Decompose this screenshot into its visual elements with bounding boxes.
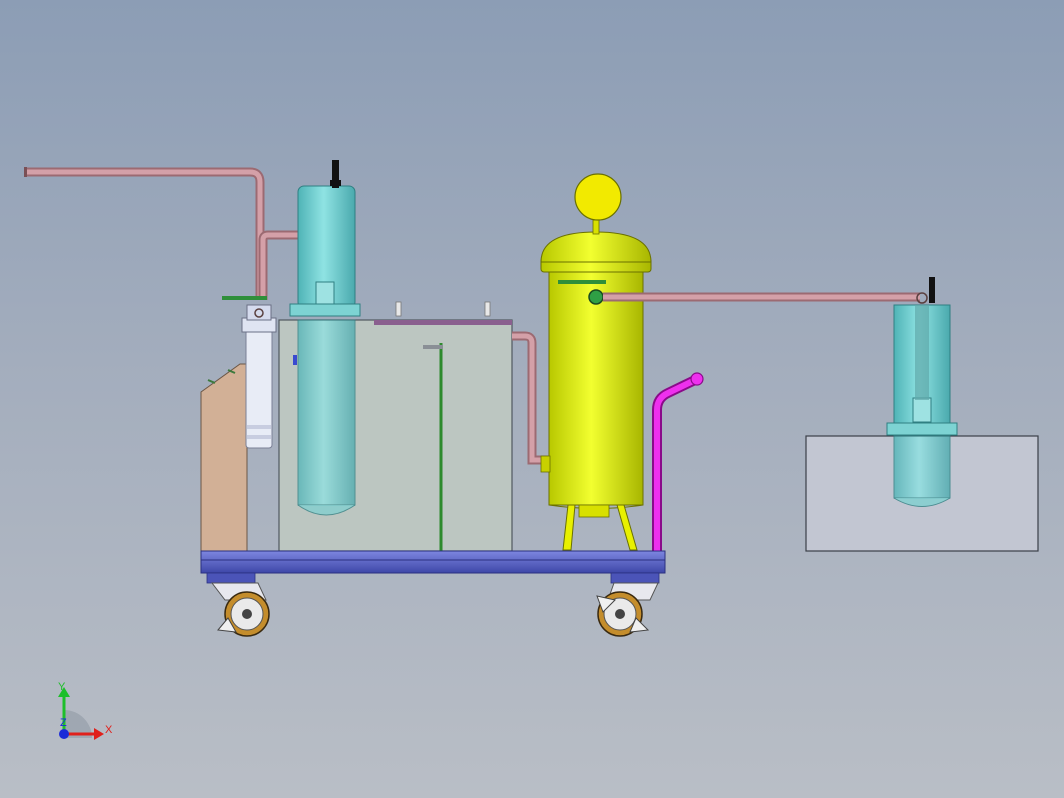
pressure-gauge[interactable]: [574, 173, 622, 221]
caster-wheel-right: [596, 582, 659, 637]
cad-viewport[interactable]: Y X Z: [0, 0, 1064, 798]
handle-pipe[interactable]: [652, 372, 704, 552]
inlet-pipe[interactable]: [24, 167, 265, 300]
control-panel[interactable]: [200, 363, 248, 553]
filter-vessel-left[interactable]: [289, 160, 361, 516]
caster-wheel-left: [210, 582, 270, 637]
tank-inlet-pipe[interactable]: [512, 331, 548, 465]
pressure-tank[interactable]: [540, 219, 652, 551]
x-axis-label: X: [105, 724, 113, 736]
z-axis-label: Z: [60, 717, 67, 729]
valve-handle-icon[interactable]: [222, 296, 267, 300]
z-axis-icon: [59, 729, 69, 739]
y-axis-label: Y: [58, 681, 66, 693]
assembly-scene[interactable]: Y X Z: [0, 0, 1064, 798]
filter-vessel-right[interactable]: [886, 277, 958, 507]
cart-frame: [200, 550, 666, 584]
caster-wheels: [210, 582, 659, 637]
axis-triad[interactable]: Y X Z: [58, 681, 113, 740]
